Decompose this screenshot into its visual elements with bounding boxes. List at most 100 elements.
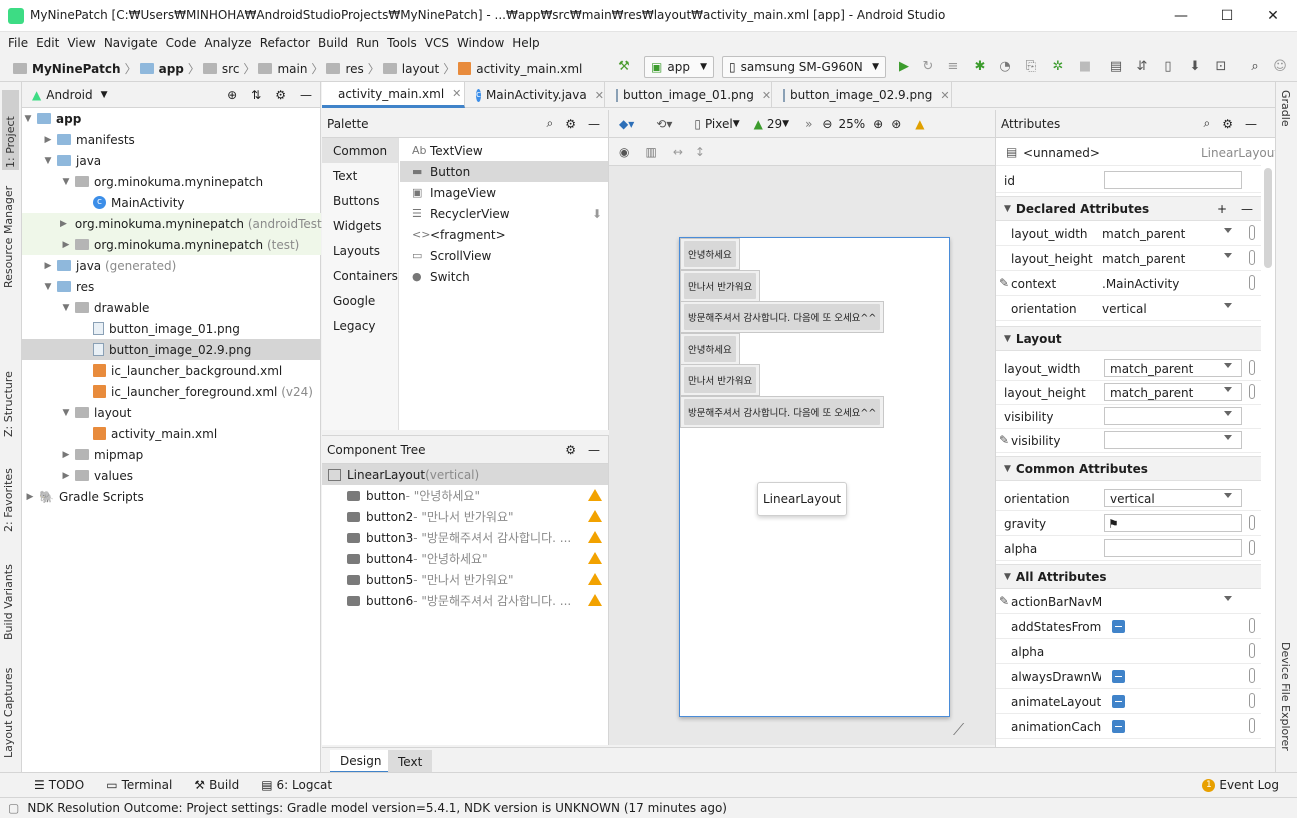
declared-context[interactable]: ✎ context .MainActivity: [996, 271, 1261, 296]
attributes-scrollbar[interactable]: [1264, 168, 1272, 268]
breadcrumb-main[interactable]: main: [277, 62, 307, 76]
menu-edit[interactable]: Edit: [36, 36, 59, 50]
palette-category-widgets[interactable]: Widgets: [322, 213, 398, 238]
preview-button-2[interactable]: 만나서 반가워요: [680, 270, 761, 302]
tab-design[interactable]: Design: [330, 750, 392, 773]
palette-category-google[interactable]: Google: [322, 288, 398, 313]
declared-layout-width[interactable]: layout_width match_parent: [996, 221, 1261, 246]
palette-item-textview[interactable]: Ab TextView: [400, 140, 608, 161]
blueprint-icon[interactable]: ▥: [645, 145, 656, 159]
gear-icon[interactable]: ⚙: [565, 117, 576, 131]
menu-help[interactable]: Help: [512, 36, 539, 50]
layout-inspector-icon[interactable]: ⊡: [1213, 59, 1229, 75]
breadcrumb-project[interactable]: MyNinePatch: [32, 62, 121, 76]
project-structure-icon[interactable]: ▤: [1108, 59, 1124, 75]
project-view-select[interactable]: Android: [46, 88, 92, 102]
more-icon[interactable]: »: [805, 117, 812, 131]
breadcrumb-res[interactable]: res: [345, 62, 363, 76]
gear-icon[interactable]: ⚙: [275, 88, 286, 102]
tree-node-mainactivity[interactable]: c MainActivity: [78, 192, 185, 213]
palette-item-button[interactable]: ▬ Button: [400, 161, 608, 182]
tab-resource-manager[interactable]: Resource Manager: [2, 178, 15, 288]
layers-icon[interactable]: ◆▾: [619, 117, 634, 131]
tab-project[interactable]: 1: Project: [2, 90, 19, 170]
tree-node-values[interactable]: ▶ values: [60, 465, 134, 486]
tree-node-button-image-01[interactable]: button_image_01.png: [78, 318, 240, 339]
palette-item-switch[interactable]: ● Switch: [400, 266, 608, 287]
menu-analyze[interactable]: Analyze: [204, 36, 251, 50]
device-select[interactable]: ▯ samsung SM-G960N ▼: [722, 56, 886, 78]
palette-category-text[interactable]: Text: [322, 163, 398, 188]
sdk-manager-icon[interactable]: ⬇: [1187, 59, 1203, 75]
tree-node-app[interactable]: ▼ app: [22, 108, 321, 129]
menu-file[interactable]: File: [8, 36, 28, 50]
tree-node-activity-main[interactable]: activity_main.xml: [78, 423, 217, 444]
minimize-button[interactable]: —: [1158, 0, 1204, 32]
collapse-icon[interactable]: ⇅: [251, 88, 261, 102]
id-input[interactable]: [1104, 171, 1242, 189]
avd-manager-icon[interactable]: ▯: [1160, 59, 1176, 75]
run-icon[interactable]: ▶: [896, 59, 912, 75]
layout-tools-visibility[interactable]: ✎ visibility: [996, 428, 1261, 453]
api-select[interactable]: 29: [767, 117, 782, 131]
search-icon[interactable]: ⌕: [1204, 116, 1211, 131]
resize-handle-icon[interactable]: ⟋: [953, 720, 964, 740]
tree-button3[interactable]: button3- "방문해주셔서 감사합니다. ...: [322, 527, 608, 548]
preview-button-5[interactable]: 만나서 반가워요: [680, 364, 761, 396]
menu-tools[interactable]: Tools: [387, 36, 417, 50]
menu-navigate[interactable]: Navigate: [104, 36, 158, 50]
tree-node-java[interactable]: ▼ java: [42, 150, 102, 171]
tree-node-package-test[interactable]: ▶ org.minokuma.myninepatch (test): [22, 234, 321, 255]
device-select[interactable]: Pixel: [705, 117, 733, 131]
warning-icon[interactable]: ▲: [915, 117, 924, 131]
menu-run[interactable]: Run: [356, 36, 379, 50]
terminal-tab[interactable]: Terminal: [122, 778, 173, 792]
tree-button6[interactable]: button6- "방문해주셔서 감사합니다. ...: [322, 590, 608, 611]
zoom-fit-icon[interactable]: ⊛: [891, 117, 901, 131]
layout-height[interactable]: layout_height match_parent: [996, 380, 1261, 405]
all-attr-alpha[interactable]: alpha: [996, 639, 1261, 664]
common-alpha[interactable]: alpha: [996, 536, 1261, 561]
palette-item-scrollview[interactable]: ▭ ScrollView: [400, 245, 608, 266]
common-attributes-section[interactable]: Common Attributes: [996, 456, 1261, 481]
tab-favorites[interactable]: 2: Favorites: [2, 452, 15, 532]
palette-category-layouts[interactable]: Layouts: [322, 238, 398, 263]
preview-button-1[interactable]: 안녕하세요: [680, 238, 740, 270]
eye-icon[interactable]: ◉: [619, 145, 629, 159]
breadcrumb-file[interactable]: activity_main.xml: [476, 62, 582, 76]
all-attr-animationcache[interactable]: animationCache: [996, 714, 1261, 739]
stop-icon[interactable]: ■: [1077, 59, 1093, 75]
preview-button-4[interactable]: 안녕하세요: [680, 333, 740, 365]
tree-node-java-generated[interactable]: ▶ java (generated): [42, 255, 177, 276]
declared-layout-height[interactable]: layout_height match_parent: [996, 246, 1261, 271]
palette-category-legacy[interactable]: Legacy: [322, 313, 398, 338]
menu-vcs[interactable]: VCS: [425, 36, 449, 50]
tab-layout-captures[interactable]: Layout Captures: [2, 658, 15, 758]
all-attr-actionbarnavmode[interactable]: ✎actionBarNavMod: [996, 589, 1261, 614]
tree-node-ic-launcher-background[interactable]: ic_launcher_background.xml: [78, 360, 282, 381]
debug-icon[interactable]: ✱: [972, 59, 988, 75]
tree-node-res[interactable]: ▼ res: [42, 276, 95, 297]
menu-code[interactable]: Code: [166, 36, 197, 50]
breadcrumb-app[interactable]: app: [159, 62, 184, 76]
hammer-icon[interactable]: ⚒: [616, 59, 632, 75]
logcat-tab[interactable]: 6: Logcat: [277, 778, 333, 792]
palette-category-containers[interactable]: Containers: [322, 263, 398, 288]
tree-node-button-image-02[interactable]: button_image_02.9.png: [22, 339, 321, 360]
event-log-tab[interactable]: Event Log: [1219, 778, 1279, 792]
palette-category-common[interactable]: Common: [322, 138, 398, 163]
vertical-resize-icon[interactable]: ↕: [695, 145, 705, 159]
breadcrumb-src[interactable]: src: [222, 62, 240, 76]
tree-node-package[interactable]: ▼ org.minokuma.myninepatch: [60, 171, 264, 192]
palette-category-buttons[interactable]: Buttons: [322, 188, 398, 213]
todo-tab[interactable]: TODO: [49, 778, 84, 792]
tree-linearlayout[interactable]: LinearLayout (vertical): [322, 464, 608, 485]
tree-node-drawable[interactable]: ▼ drawable: [60, 297, 150, 318]
all-attr-alwaysdrawnwithcache[interactable]: alwaysDrawnWithC: [996, 664, 1261, 689]
menu-window[interactable]: Window: [457, 36, 504, 50]
zoom-in-icon[interactable]: ⊕: [873, 117, 883, 131]
apply-changes-icon[interactable]: ↻: [920, 59, 936, 75]
layout-visibility[interactable]: visibility: [996, 404, 1261, 429]
all-attr-animatelayoutchanges[interactable]: animateLayoutCha: [996, 689, 1261, 714]
tree-node-mipmap[interactable]: ▶ mipmap: [60, 444, 144, 465]
